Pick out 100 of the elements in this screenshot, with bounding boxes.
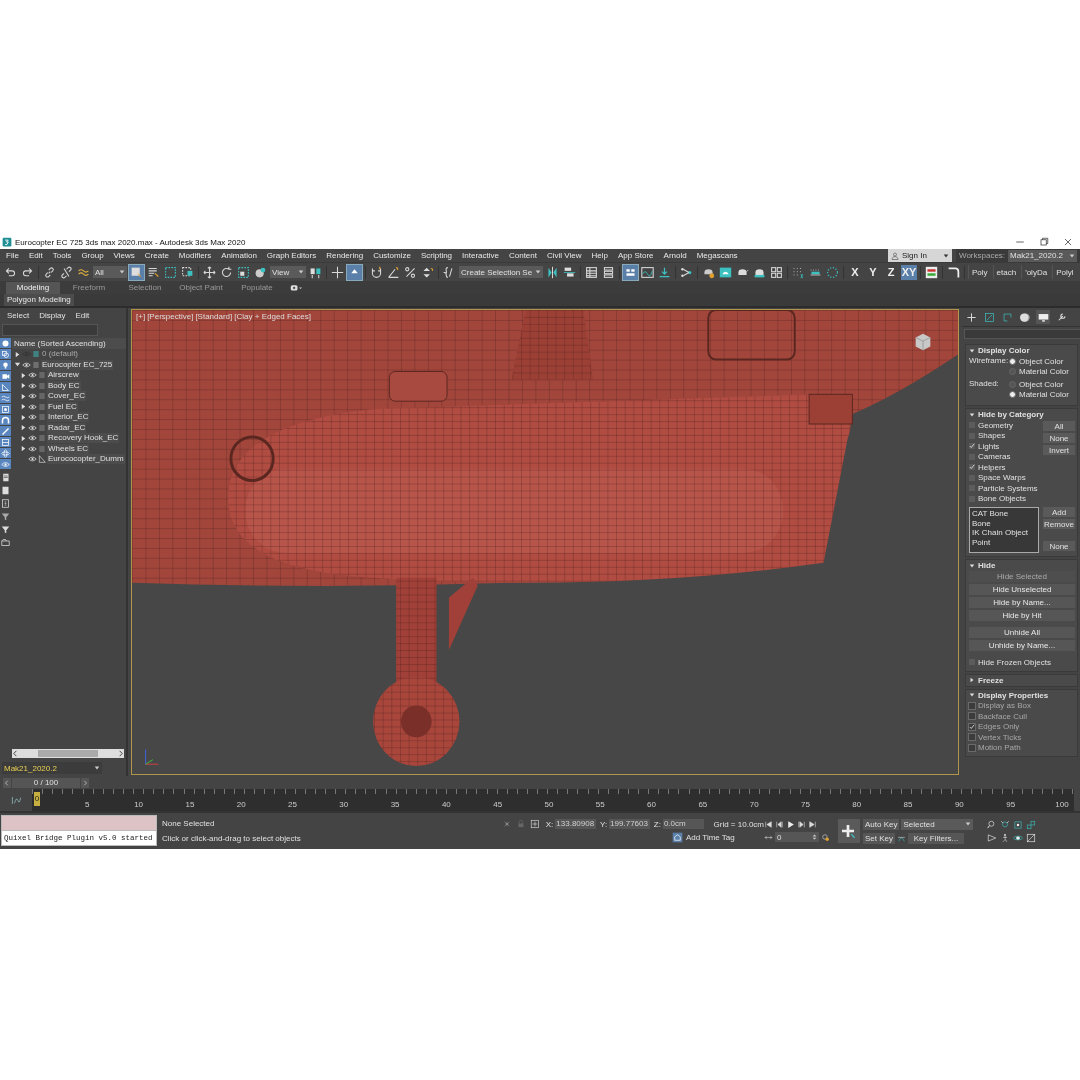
tree-item[interactable]: Cover_EC: [47, 391, 86, 402]
mirror-icon[interactable]: [546, 265, 559, 279]
eye-icon[interactable]: [28, 413, 37, 422]
menu-item[interactable]: Graph Editors: [266, 251, 317, 260]
tree-item[interactable]: Fuel EC: [47, 401, 78, 412]
coordinate-field[interactable]: 0.0cm: [662, 819, 704, 829]
menu-item[interactable]: Edit: [28, 251, 43, 260]
add-time-tag-button[interactable]: Add Time Tag: [672, 832, 735, 843]
angle-snap-icon[interactable]: [387, 265, 400, 279]
menu-item[interactable]: Group: [81, 251, 104, 260]
menu-item[interactable]: Arnold: [663, 251, 687, 260]
eye-icon[interactable]: [28, 444, 37, 453]
axis-constraint-button[interactable]: XY: [901, 264, 917, 280]
unlink-icon[interactable]: [60, 265, 73, 279]
previous-frame-button[interactable]: [3, 777, 11, 788]
eye-icon[interactable]: [22, 360, 31, 369]
tree-item[interactable]: Recovery Hook_EC: [47, 433, 120, 444]
eye-icon[interactable]: [28, 423, 37, 432]
collapsed-arrow-icon[interactable]: [20, 445, 27, 453]
eye-icon[interactable]: [28, 381, 37, 390]
ribbon-tab[interactable]: Selection: [118, 281, 172, 294]
viewport-label[interactable]: [+]: [136, 312, 146, 321]
menu-item[interactable]: Modifiers: [178, 251, 212, 260]
restore-icon[interactable]: [1038, 236, 1050, 248]
menu-item[interactable]: Civil View: [547, 251, 582, 260]
texture-tools-icon[interactable]: [925, 265, 938, 279]
undo-icon[interactable]: [4, 265, 17, 279]
list-item[interactable]: CAT Bone: [972, 509, 1036, 519]
panel-button[interactable]: Remove: [1043, 519, 1075, 529]
percent-snap-icon[interactable]: [404, 265, 417, 279]
coordinate-field[interactable]: 199.77603: [609, 819, 650, 829]
menu-item[interactable]: App Store: [618, 251, 654, 260]
eye-icon[interactable]: [28, 371, 37, 380]
container-icon[interactable]: [1, 437, 10, 447]
select-object-icon[interactable]: [130, 265, 143, 279]
menu-item[interactable]: File: [6, 251, 19, 260]
redo-icon[interactable]: [21, 265, 34, 279]
magnet-icon[interactable]: [370, 265, 383, 279]
panel-button[interactable]: Hide Unselected: [969, 584, 1075, 595]
ribbon-options-icon[interactable]: [290, 283, 302, 292]
eye-icon[interactable]: [28, 434, 37, 443]
menu-item[interactable]: Views: [113, 251, 135, 260]
previous-frame-icon[interactable]: [775, 820, 784, 829]
menu-item[interactable]: Megascans: [696, 251, 738, 260]
axis-constraint-button[interactable]: Z: [883, 264, 899, 280]
menu-item[interactable]: Create: [144, 251, 169, 260]
ribbon-panel-tab[interactable]: Polygon Modeling: [4, 294, 74, 306]
collapsed-arrow-icon[interactable]: [20, 424, 27, 432]
tree-item[interactable]: Radar_EC: [47, 422, 87, 433]
close-icon[interactable]: [1062, 236, 1074, 248]
menu-item[interactable]: Tools: [52, 251, 72, 260]
selection-region-icon[interactable]: [164, 265, 177, 279]
panel-button[interactable]: Unhide by Name...: [969, 640, 1075, 651]
list-item[interactable]: Point: [972, 537, 1036, 547]
rollout-title[interactable]: Hide by Category: [978, 410, 1044, 419]
panel-button[interactable]: Hide by Name...: [969, 597, 1075, 608]
eye-icon[interactable]: [28, 455, 37, 464]
panel-button[interactable]: Invert: [1043, 445, 1075, 455]
list-item[interactable]: IK Chain Object: [972, 528, 1036, 538]
panel-button[interactable]: Add: [1043, 507, 1075, 517]
list-box[interactable]: CAT Bone Bone IK Chain Object Point: [969, 507, 1039, 553]
field-of-view-icon[interactable]: [987, 832, 997, 843]
layer-dropdown[interactable]: Mak21_2020.2: [2, 762, 102, 774]
menu-item[interactable]: Display: [39, 311, 66, 322]
ribbon-tab[interactable]: Object Paint: [174, 281, 228, 294]
time-slider-thumb[interactable]: 0 / 100: [12, 777, 80, 788]
document-icon[interactable]: [1, 472, 10, 482]
rollout-title[interactable]: Display Color: [978, 346, 1030, 355]
tree-item[interactable]: Eurococopter_Dumm: [47, 454, 125, 465]
key-mode-icon[interactable]: [764, 832, 773, 842]
menu-item[interactable]: Customize: [373, 251, 411, 260]
sign-in-dropdown[interactable]: Sign In: [888, 249, 952, 262]
spinner-snap-icon[interactable]: [421, 265, 434, 279]
set-key-button[interactable]: Set Key: [863, 832, 895, 844]
menu-item[interactable]: Select: [7, 311, 30, 322]
set-keys-button[interactable]: [838, 819, 860, 843]
radio-button[interactable]: [1009, 391, 1016, 399]
expanded-arrow-icon[interactable]: [969, 692, 975, 698]
schematic-icon[interactable]: [680, 265, 693, 279]
column-header[interactable]: Name (Sorted Ascending): [12, 338, 126, 349]
menu-item[interactable]: Rendering: [326, 251, 364, 260]
panel-button[interactable]: All: [1043, 421, 1075, 431]
next-frame-icon[interactable]: [797, 820, 806, 829]
graphite-button[interactable]: Poly: [968, 265, 991, 279]
checkbox[interactable]: [969, 443, 975, 450]
curve-icon[interactable]: [10, 794, 22, 806]
maximize-viewport-icon[interactable]: [1026, 832, 1036, 843]
ribbon-tab[interactable]: Modeling: [6, 281, 60, 294]
corner-curve-icon[interactable]: [947, 265, 960, 279]
tree-item[interactable]: Interior_EC: [47, 412, 90, 423]
walk-icon[interactable]: [1000, 832, 1010, 843]
expanded-arrow-icon[interactable]: [969, 347, 975, 354]
panel-button[interactable]: None: [1043, 433, 1075, 443]
graphite-button[interactable]: Polyl: [1052, 265, 1077, 279]
mirror-pivot-icon[interactable]: [309, 265, 322, 279]
viewport-label[interactable]: [Clay + Edged Faces]: [234, 312, 311, 321]
curve-editor-icon[interactable]: [641, 265, 654, 279]
folder-icon[interactable]: [1, 537, 10, 547]
collapsed-arrow-icon[interactable]: [20, 413, 27, 421]
crosshair-icon[interactable]: [331, 265, 344, 279]
